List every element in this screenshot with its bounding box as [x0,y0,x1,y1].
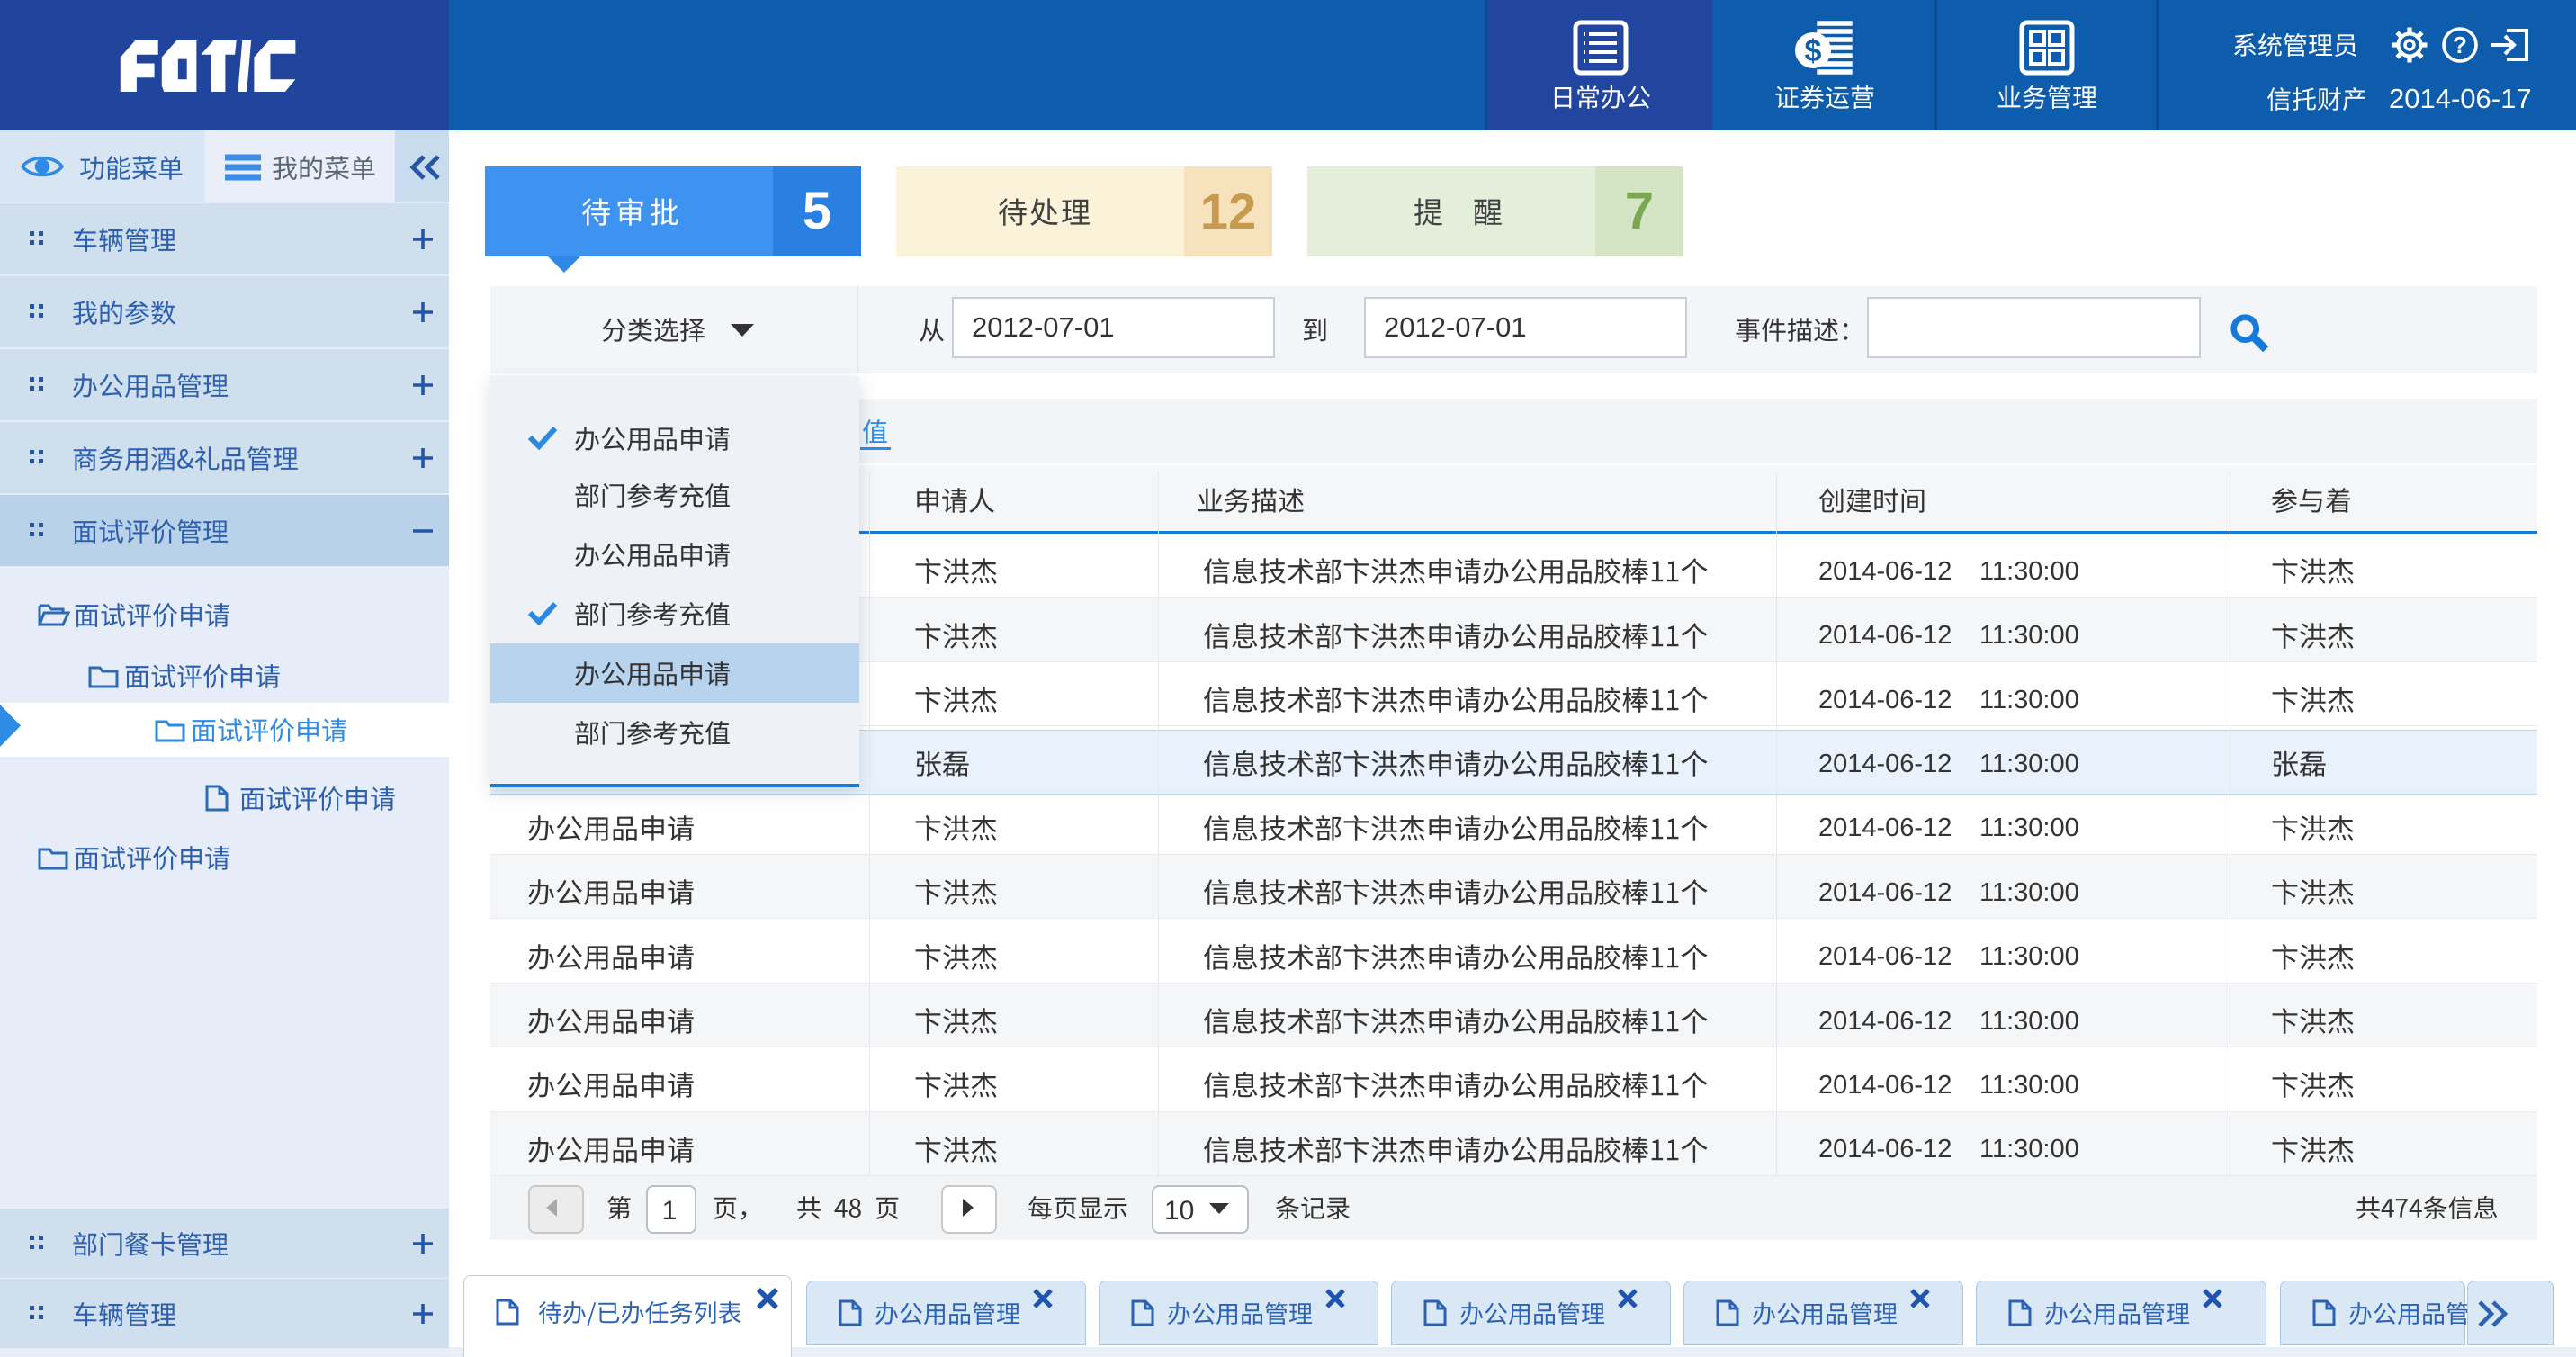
svg-text:?: ? [2453,31,2467,58]
svg-text:$: $ [1805,34,1822,68]
